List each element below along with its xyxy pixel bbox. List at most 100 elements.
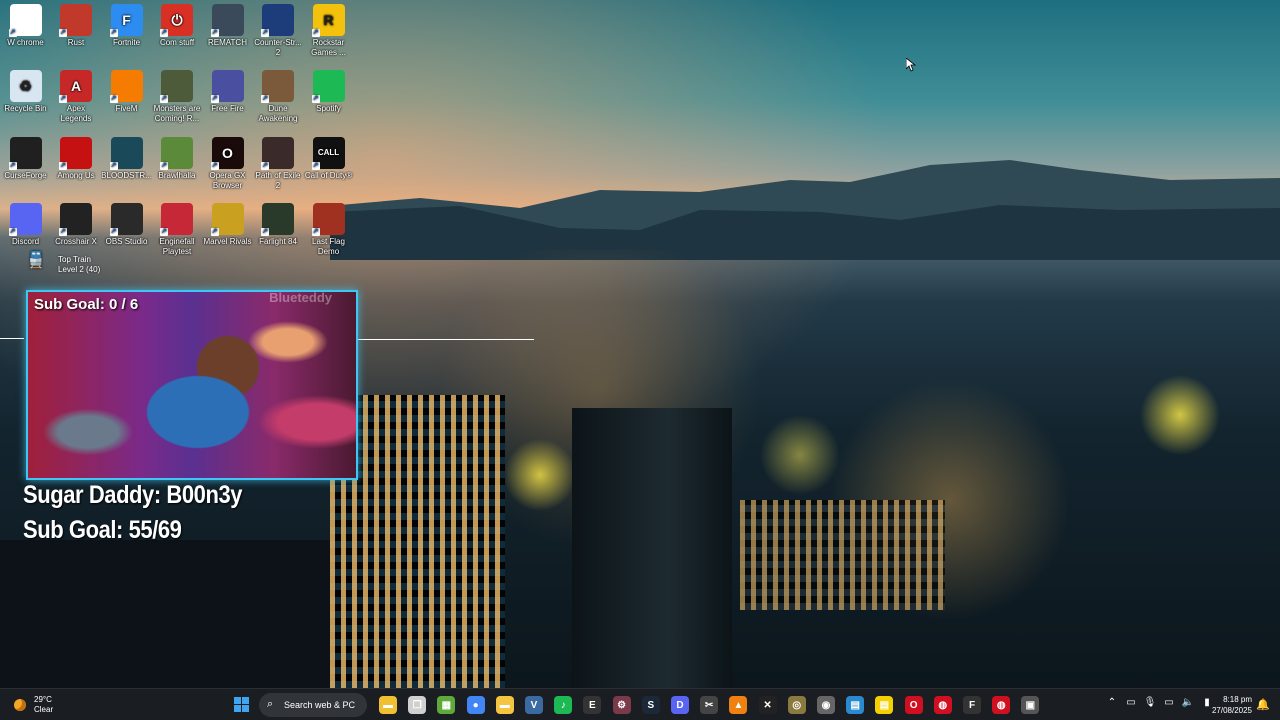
taskbar-visual-studio-icon[interactable]: V — [525, 696, 543, 714]
spotify-icon: ↗ — [311, 70, 345, 103]
shortcut-arrow-icon: ↗ — [311, 95, 320, 103]
desktop-icon-enginefall[interactable]: ↗ Enginefall Playtest — [152, 199, 203, 257]
desktop-icon-power[interactable]: ⏻ ↗ Com stuff — [152, 0, 203, 48]
desktop-icon-counter-strike[interactable]: ↗ Counter-Str... 2 — [253, 0, 304, 58]
chevron-up-icon[interactable]: ⌃ — [1105, 697, 1119, 708]
search-placeholder: Search web & PC — [284, 700, 356, 710]
desktop-icon-spotify[interactable]: ↗ Spotify — [303, 66, 354, 114]
desktop-icon-discord[interactable]: ↗ Discord — [0, 199, 51, 247]
taskbar-file-explorer-icon[interactable]: ▬ — [379, 696, 397, 714]
shortcut-arrow-icon: ↗ — [109, 95, 118, 103]
desktop-icon-opera-gx[interactable]: O ↗ Opera GX Browser — [202, 133, 253, 191]
search-input[interactable]: ⌕ Search web & PC — [259, 693, 367, 717]
desktop-icon-recycle-bin[interactable]: ♻ Recycle Bin — [0, 66, 51, 114]
desktop-icon-label: Free Fire — [211, 104, 244, 113]
desktop-icon-call-of-duty[interactable]: CALL ↗ Call of Duty® — [303, 133, 354, 181]
desktop-icon-free-fire[interactable]: ↗ Free Fire — [202, 66, 253, 114]
desktop-icon-label: Marvel Rivals — [203, 237, 252, 246]
clock[interactable]: 8:18 pm 27/08/2025 — [1206, 694, 1252, 716]
desktop-icon-label: Com stuff — [159, 38, 195, 47]
taskbar: 29°C Clear ⌕ Search web & PC ▬ ❐ ▦ ● ▬ V ♪ E ⚙ S D… — [0, 688, 1280, 720]
taskbar-windows-store-icon[interactable]: ▤ — [846, 696, 865, 714]
taskbar-settings-gear-icon[interactable]: ⚙ — [612, 696, 631, 714]
taskbar-opera-gx-icon[interactable]: ◍ — [992, 696, 1011, 714]
taskbar-chrome-icon[interactable]: ● — [466, 696, 485, 714]
desktop-icon-label: BLOODSTR... — [101, 171, 152, 180]
desktop-icon-brawlhalla[interactable]: ↗ Brawlhalla — [152, 133, 203, 181]
enginefall-icon: ↗ — [160, 203, 193, 236]
recycle-bin-icon: ♻ — [9, 70, 42, 102]
taskbar-lol-icon[interactable]: ◎ — [787, 696, 806, 714]
desktop-icon-chrome[interactable]: ↗ W chrome — [0, 0, 51, 48]
shortcut-arrow-icon: ↗ — [8, 162, 17, 170]
taskbar-fortnite-icon[interactable]: F — [963, 696, 981, 714]
desktop-icon-label: Apex Legends — [60, 104, 92, 123]
desktop-icon-rust[interactable]: ↗ Rust — [51, 0, 102, 48]
desktop-icon-among-us[interactable]: ↗ Among Us — [51, 133, 102, 181]
taskbar-epic-games-icon[interactable]: E — [583, 696, 602, 714]
shortcut-arrow-icon: ↗ — [160, 228, 168, 236]
desktop-icon-label: Enginefall Playtest — [159, 237, 195, 256]
desktop-icon-bloodstrike[interactable]: ↗ BLOODSTR... — [101, 133, 152, 181]
apex-icon: A ↗ — [59, 70, 92, 103]
desktop-icon-label: Counter-Str... 2 — [254, 38, 302, 57]
brawlhalla-icon: ↗ — [160, 137, 193, 170]
taskbar-steam-icon[interactable]: S — [641, 696, 660, 714]
notification-bell-icon[interactable]: 🔔 — [1256, 698, 1270, 711]
desktop-icon-label: Monsters are Coming! R... — [153, 104, 201, 123]
taskbar-app-glyph: ❐ — [412, 699, 422, 711]
desktop-icon-fortnite[interactable]: F ↗ Fortnite — [101, 0, 152, 48]
desktop-icon-fivem[interactable]: ↗ FiveM — [101, 66, 152, 114]
desktop-icon-curseforge[interactable]: ↗ CurseForge — [0, 133, 51, 181]
desktop-icon-crosshair[interactable]: ↗ Crosshair X — [51, 199, 102, 247]
taskbar-capcut-icon[interactable]: ✕ — [758, 696, 777, 714]
desktop-icon-label: Dune Awakening — [258, 104, 298, 123]
desktop-icon-apex[interactable]: A ↗ Apex Legends — [51, 66, 102, 124]
shortcut-arrow-icon: ↗ — [8, 228, 17, 236]
webcam-watermark: Blueteddy — [269, 290, 332, 305]
desktop-icon-dune[interactable]: ↗ Dune Awakening — [253, 66, 304, 124]
volume-icon[interactable]: 🔈 — [1181, 697, 1195, 708]
start-button[interactable] — [234, 697, 250, 713]
desktop-icon-marvel-rivals[interactable]: ↗ Marvel Rivals — [202, 199, 253, 247]
desktop-icon-farlight[interactable]: ↗ Farlight 84 — [253, 199, 304, 247]
taskbar-sticky-notes-icon[interactable]: ▤ — [875, 696, 894, 714]
taskbar-chrome-alt-icon[interactable]: ◉ — [817, 696, 835, 714]
taskbar-app-glyph: ♪ — [560, 699, 566, 711]
taskbar-vlc-icon[interactable]: ▲ — [729, 696, 748, 714]
desktop-icon-label: REMATCH — [208, 38, 247, 47]
desktop-icon-obs[interactable]: ↗ OBS Studio — [101, 199, 152, 247]
taskbar-opera-icon[interactable]: O — [904, 696, 923, 714]
taskbar-discord-icon[interactable]: D — [671, 696, 689, 714]
desktop-icon-rockstar[interactable]: R ↗ Rockstar Games ... — [303, 0, 354, 58]
desktop-icon-label: Crosshair X — [55, 237, 97, 246]
icon-glyph: CALL — [317, 148, 340, 157]
taskbar-minecraft-icon[interactable]: ▦ — [437, 696, 456, 714]
taskbar-app-glyph: ⚙ — [617, 699, 627, 711]
desktop-icon-last-flag[interactable]: ↗ Last Flag Demo — [303, 199, 354, 257]
clock-date: 27/08/2025 — [1211, 706, 1252, 715]
taskbar-task-view-icon[interactable]: ❐ — [408, 696, 427, 714]
taskbar-app-glyph: O — [909, 699, 918, 711]
desktop-icon-rematch[interactable]: ↗ REMATCH — [202, 0, 253, 48]
chrome-icon: ↗ — [8, 4, 42, 37]
desktop-icon-label: Brawlhalla — [158, 171, 196, 180]
clock-time: 8:18 pm — [1223, 695, 1252, 704]
icon-glyph: ⏻ — [171, 12, 183, 28]
network-icon[interactable]: ▭ — [1162, 697, 1176, 708]
taskbar-media-icon[interactable]: ▣ — [1021, 696, 1040, 714]
taskbar-spotify-icon[interactable]: ♪ — [554, 696, 573, 714]
screen-icon[interactable]: ▭ — [1124, 697, 1138, 708]
taskbar-app-glyph: ▲ — [733, 699, 744, 711]
taskbar-snipping-tool-icon[interactable]: ✂ — [700, 696, 719, 714]
desktop-icon-monsters[interactable]: ↗ Monsters are Coming! R... — [152, 66, 203, 124]
microphone-icon[interactable]: 🎙 — [1143, 697, 1157, 708]
icon-glyph: ♻ — [19, 78, 32, 94]
weather-condition: Clear — [34, 705, 54, 714]
taskbar-recording-icon[interactable]: ◍ — [933, 696, 952, 714]
shortcut-arrow-icon: ↗ — [59, 228, 67, 236]
shortcut-arrow-icon: ↗ — [160, 29, 168, 37]
desktop-icon-label: OBS Studio — [105, 237, 148, 246]
desktop-icon-path-of-exile[interactable]: ↗ Path of Exile 2 — [253, 133, 304, 191]
taskbar-folder-icon[interactable]: ▬ — [495, 696, 514, 714]
